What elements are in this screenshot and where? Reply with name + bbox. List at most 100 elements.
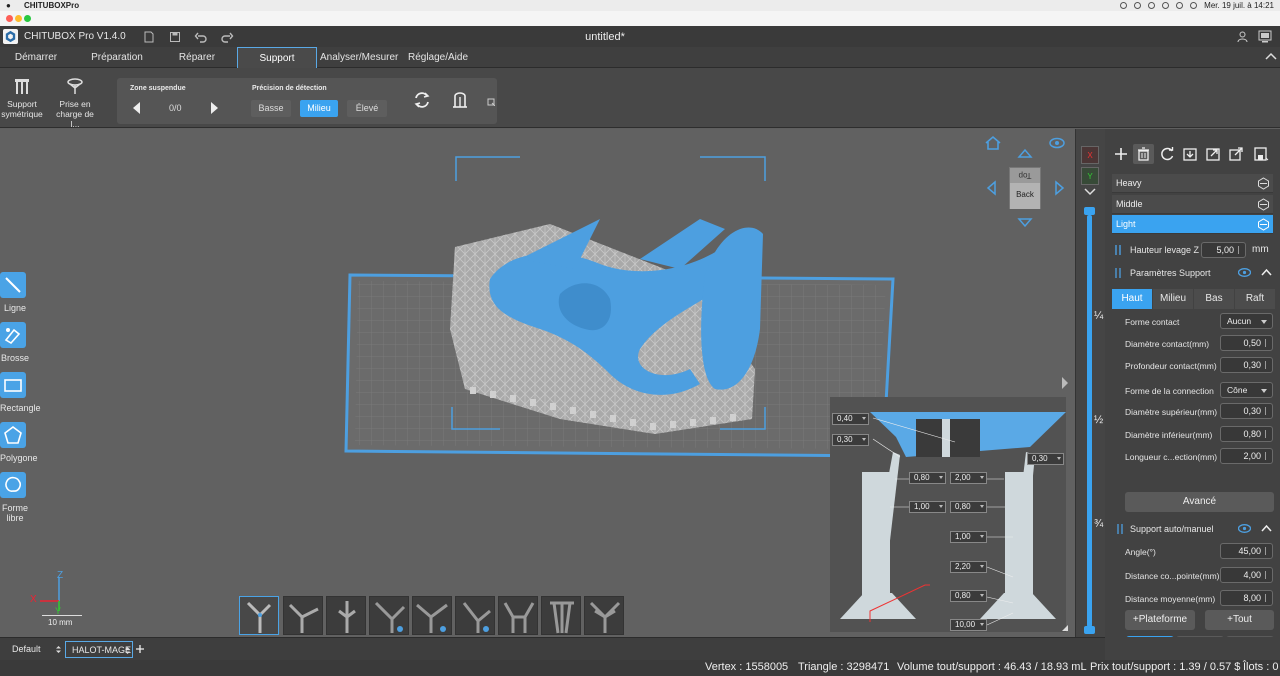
angle-input[interactable]: 45,00 xyxy=(1220,543,1273,559)
status-icon[interactable] xyxy=(1134,2,1142,9)
user-icon[interactable] xyxy=(1236,30,1249,43)
profile-settings-icon[interactable] xyxy=(1257,218,1270,231)
distance-moyenne-input[interactable]: 8,00 xyxy=(1220,590,1273,606)
add-profile-icon[interactable] xyxy=(1113,146,1129,162)
add-tout-button[interactable]: +Tout xyxy=(1205,610,1274,630)
brush-tool-button[interactable] xyxy=(0,322,26,348)
lift-height-input[interactable]: 5,00 xyxy=(1201,242,1246,258)
support-type-thumb[interactable] xyxy=(541,596,581,635)
rotate-left-icon[interactable] xyxy=(985,180,997,196)
prise-en-charge-button[interactable]: Prise en charge de l... xyxy=(51,78,99,129)
status-icon[interactable] xyxy=(1148,2,1156,9)
slider-collapse-icon[interactable] xyxy=(1084,188,1096,196)
slider-top-handle[interactable] xyxy=(1084,207,1095,215)
undo-icon[interactable] xyxy=(194,30,208,44)
close-window-button[interactable] xyxy=(6,15,13,22)
menubar-app-name[interactable]: CHITUBOXPro xyxy=(24,1,79,10)
slider-bottom-handle[interactable] xyxy=(1084,626,1095,634)
refresh-detection-icon[interactable] xyxy=(413,91,431,109)
support-type-thumb[interactable] xyxy=(283,596,323,635)
tab-preparation[interactable]: Préparation xyxy=(80,47,154,68)
profile-light[interactable]: Light xyxy=(1112,215,1273,234)
rotate-right-icon[interactable] xyxy=(1054,180,1066,196)
status-icon[interactable] xyxy=(1120,2,1128,9)
wifi-icon[interactable] xyxy=(1176,2,1184,9)
rotate-down-icon[interactable] xyxy=(1017,217,1033,229)
precision-basse-button[interactable]: Basse xyxy=(251,100,291,117)
reset-profile-icon[interactable] xyxy=(1159,146,1175,162)
tab-analyser-mesurer[interactable]: Analyser/Mesurer xyxy=(320,47,398,68)
share-profile-icon[interactable] xyxy=(1228,146,1244,162)
support-type-thumb[interactable] xyxy=(455,596,495,635)
scene-default-tab[interactable]: Default xyxy=(6,641,64,658)
redo-icon[interactable] xyxy=(220,30,234,44)
tab-reglage-aide[interactable]: Réglage/Aide xyxy=(404,47,472,68)
subtab-bas[interactable]: Bas xyxy=(1194,289,1234,309)
profile-middle[interactable]: Middle xyxy=(1112,195,1273,214)
add-plateforme-button[interactable]: +Plateforme xyxy=(1125,610,1195,630)
diametre-inferieur-input[interactable]: 0,80 xyxy=(1220,426,1273,442)
precision-milieu-button[interactable]: Milieu xyxy=(300,100,338,117)
support-type-thumb[interactable] xyxy=(326,596,366,635)
support-params-collapse-icon[interactable] xyxy=(1261,268,1272,276)
rotate-up-icon[interactable] xyxy=(1017,147,1033,159)
save-icon[interactable] xyxy=(168,30,182,44)
symmetric-support-button[interactable]: Support symétrique xyxy=(0,78,46,119)
view-cube-back-face[interactable]: Back xyxy=(1010,183,1040,209)
search-icon[interactable] xyxy=(1190,2,1198,9)
minimize-window-button[interactable] xyxy=(15,15,22,22)
diametre-superieur-input[interactable]: 0,30 xyxy=(1220,403,1273,419)
scene-model-dropdown-icon[interactable] xyxy=(124,646,131,655)
group-settings-icon[interactable] xyxy=(487,98,495,106)
freeform-tool-button[interactable] xyxy=(0,472,26,498)
distance-pointe-input[interactable]: 4,00 xyxy=(1220,567,1273,583)
profile-settings-icon[interactable] xyxy=(1257,177,1270,190)
resize-grip-icon[interactable] xyxy=(1062,625,1068,631)
home-view-icon[interactable] xyxy=(984,135,1002,151)
tab-support[interactable]: Support xyxy=(237,47,317,69)
export-profile-icon[interactable] xyxy=(1205,146,1221,162)
diametre-contact-input[interactable]: 0,50 xyxy=(1220,335,1273,351)
rectangle-tool-button[interactable] xyxy=(0,372,26,398)
add-scene-icon[interactable] xyxy=(135,644,145,654)
collapse-ribbon-icon[interactable] xyxy=(1265,52,1277,62)
visibility-eye-icon[interactable] xyxy=(1049,137,1065,149)
menubar-clock[interactable]: Mer. 19 juil. à 14:21 xyxy=(1204,1,1274,10)
prev-zone-icon[interactable] xyxy=(133,102,141,114)
longueur-connection-input[interactable]: 2,00 xyxy=(1220,448,1273,464)
save-profile-icon[interactable] xyxy=(1253,146,1269,162)
window-layout-icon[interactable] xyxy=(1258,30,1272,43)
profile-settings-icon[interactable] xyxy=(1257,198,1270,211)
precision-eleve-button[interactable]: Élevé xyxy=(347,100,387,117)
tab-reparer[interactable]: Réparer xyxy=(163,47,231,68)
support-params-visibility-icon[interactable] xyxy=(1238,268,1251,277)
line-tool-button[interactable] xyxy=(0,272,26,298)
next-zone-icon[interactable] xyxy=(210,102,218,114)
axis-x-indicator[interactable]: X xyxy=(1081,146,1099,164)
support-preview-icon[interactable] xyxy=(451,91,469,109)
auto-manual-visibility-icon[interactable] xyxy=(1238,524,1251,533)
subtab-haut[interactable]: Haut xyxy=(1112,289,1152,309)
collapse-panel-arrow-icon[interactable] xyxy=(1062,377,1068,389)
support-type-thumb[interactable] xyxy=(369,596,409,635)
support-type-thumb[interactable] xyxy=(498,596,538,635)
new-file-icon[interactable] xyxy=(142,30,156,44)
apple-icon[interactable]: ● xyxy=(6,1,14,10)
advanced-button[interactable]: Avancé xyxy=(1125,492,1274,512)
axis-y-indicator[interactable]: Y xyxy=(1081,167,1099,185)
import-profile-icon[interactable] xyxy=(1182,146,1198,162)
scene-default-dropdown-icon[interactable] xyxy=(55,645,62,654)
zoom-window-button[interactable] xyxy=(24,15,31,22)
delete-profile-button[interactable] xyxy=(1133,144,1154,164)
view-cube-top-face[interactable]: Top xyxy=(1010,168,1040,183)
forme-contact-select[interactable]: Aucun xyxy=(1220,313,1273,329)
subtab-raft[interactable]: Raft xyxy=(1235,289,1275,309)
profile-heavy[interactable]: Heavy xyxy=(1112,174,1273,193)
status-icon[interactable] xyxy=(1162,2,1170,9)
forme-connection-select[interactable]: Cône xyxy=(1220,382,1273,398)
profondeur-contact-input[interactable]: 0,30 xyxy=(1220,357,1273,373)
layer-slider-track[interactable] xyxy=(1087,215,1092,627)
polygon-tool-button[interactable] xyxy=(0,422,26,448)
tab-demarrer[interactable]: Démarrer xyxy=(0,47,72,68)
support-type-thumb[interactable] xyxy=(239,596,279,635)
